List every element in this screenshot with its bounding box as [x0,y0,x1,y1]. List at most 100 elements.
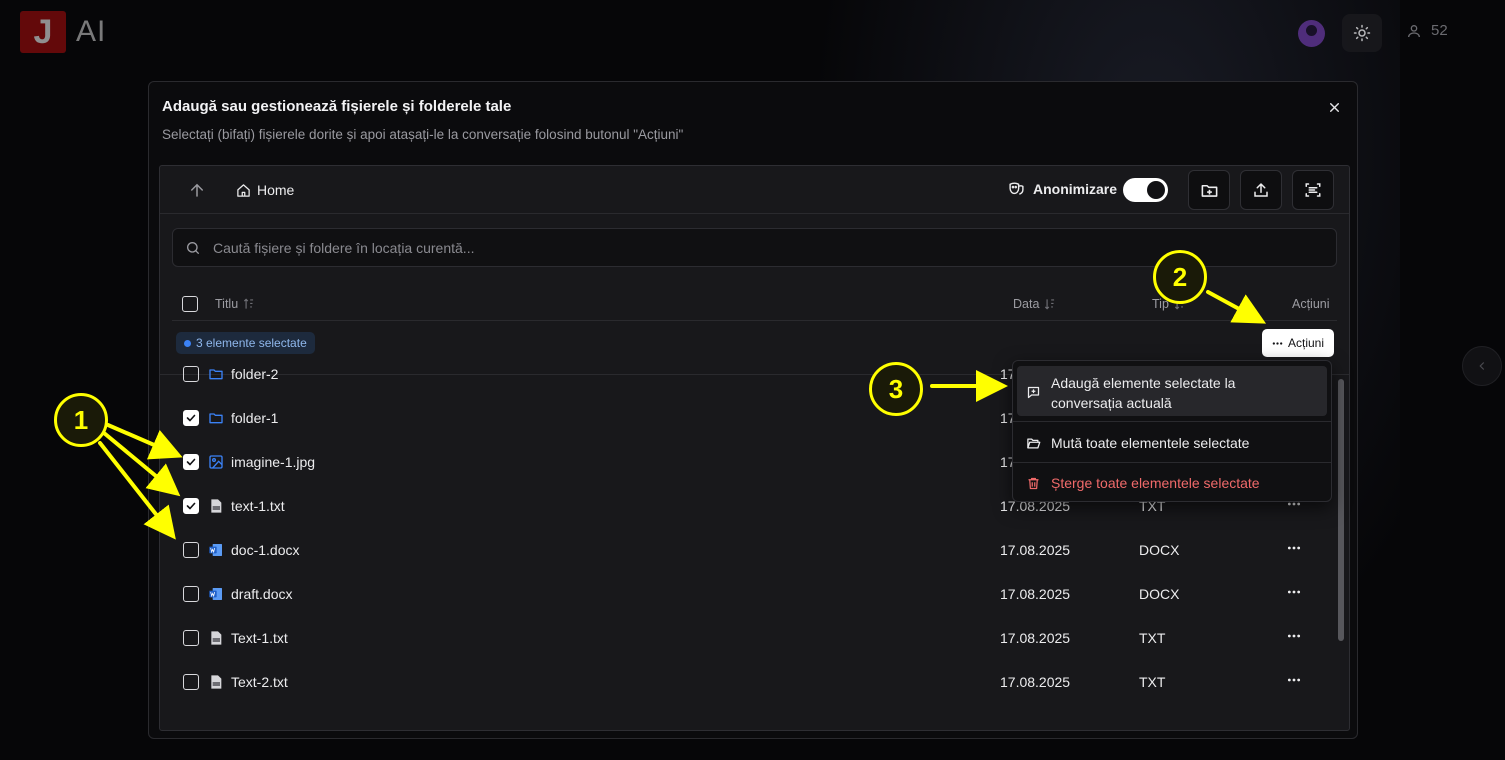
row-checkbox[interactable] [183,454,199,470]
logo-text: AI [76,15,107,48]
select-all-checkbox[interactable] [182,296,198,312]
image-icon [208,454,224,470]
annotation-marker-2: 2 [1153,250,1207,304]
breadcrumb-home[interactable]: Home [236,182,294,198]
avatar[interactable] [1298,20,1325,47]
chevron-left-icon [1479,362,1485,370]
new-folder-button[interactable] [1188,170,1230,210]
file-name[interactable]: imagine-1.jpg [231,454,315,470]
more-horizontal-icon [1272,341,1283,345]
scrollbar[interactable] [1336,375,1348,730]
word-document-icon [208,586,224,602]
row-checkbox[interactable] [183,542,199,558]
file-type: DOCX [1139,586,1180,602]
file-name[interactable]: folder-2 [231,366,278,382]
row-checkbox[interactable] [183,410,199,426]
file-type: TXT [1139,630,1166,646]
column-actions-header: Acțiuni [1292,297,1330,311]
selection-badge: 3 elemente selectate [176,332,315,354]
row-actions-button[interactable] [1284,582,1304,602]
user-count: 52 [1406,22,1448,39]
navigate-up-button[interactable] [188,181,206,199]
menu-item-add-line2: conversația actuală [1051,395,1172,411]
sort-icon [244,298,254,309]
file-name[interactable]: text-1.txt [231,498,285,514]
menu-item-add-to-conversation[interactable]: Adaugă elemente selectate la conversația… [1017,366,1327,416]
table-row[interactable]: Text-1.txt 17.08.2025 TXT [160,616,1335,660]
table-row[interactable]: draft.docx 17.08.2025 DOCX [160,572,1335,616]
close-icon [1329,102,1339,112]
folder-icon [208,410,224,426]
dialog-subtitle: Selectați (bifați) fișierele dorite și a… [162,127,684,142]
search-icon [187,241,199,254]
menu-item-add-line1: Adaugă elemente selectate la [1051,375,1236,391]
file-type: TXT [1139,674,1166,690]
file-date: 17.08.2025 [1000,674,1071,690]
text-file-icon [208,674,224,690]
more-horizontal-icon [1287,678,1301,682]
row-checkbox[interactable] [183,586,199,602]
annotation-marker-1: 1 [54,393,108,447]
file-name[interactable]: Text-1.txt [231,630,288,646]
menu-divider [1013,421,1331,422]
selection-dot [184,339,191,347]
scrollbar-thumb[interactable] [1338,379,1344,641]
browser-toolbar: Home Anonimizare [160,166,1349,214]
scan-text-button[interactable] [1292,170,1334,210]
menu-item-move-selected[interactable]: Mută toate elementele selectate [1017,433,1327,453]
row-checkbox[interactable] [183,498,199,514]
text-file-icon [208,498,224,514]
row-actions-button[interactable] [1284,538,1304,558]
row-actions-button[interactable] [1284,626,1304,646]
bulk-actions-menu: Adaugă elemente selectate la conversația… [1012,360,1332,502]
breadcrumb-home-label: Home [257,182,295,198]
table-row[interactable]: doc-1.docx 17.08.2025 DOCX [160,528,1335,572]
word-document-icon [208,542,224,558]
text-file-icon [208,630,224,646]
column-title-header[interactable]: Titlu [215,297,256,311]
trash-icon [1028,477,1039,489]
row-actions-button[interactable] [1284,670,1304,690]
user-count-value: 52 [1431,22,1448,39]
row-checkbox[interactable] [183,674,199,690]
sort-icon [1045,299,1055,310]
column-date-header[interactable]: Data [1013,297,1057,311]
mask-icon [1009,182,1024,195]
upload-icon [1254,182,1268,197]
menu-divider [1013,462,1331,463]
menu-item-delete-selected[interactable]: Șterge toate elementele selectate [1017,473,1327,493]
logo-letter: J [20,11,66,53]
more-horizontal-icon [1287,634,1301,638]
sun-icon [1353,24,1371,42]
file-date: 17.08.2025 [1000,630,1071,646]
anonymize-control: Anonimizare [1008,180,1117,197]
user-icon [1408,24,1420,37]
row-checkbox[interactable] [183,630,199,646]
file-type: DOCX [1139,542,1180,558]
scan-text-icon [1305,183,1321,197]
message-plus-icon [1027,386,1040,399]
file-name[interactable]: draft.docx [231,586,292,602]
folder-icon [208,366,224,382]
sidebar-collapse-button[interactable] [1462,346,1502,386]
file-name[interactable]: folder-1 [231,410,278,426]
table-row[interactable]: Text-2.txt 17.08.2025 TXT [160,660,1335,704]
folder-plus-icon [1201,184,1217,197]
annotation-marker-3: 3 [869,362,923,416]
search-input[interactable] [213,239,1313,256]
close-button[interactable] [1325,98,1343,116]
dialog-title: Adaugă sau gestionează fișierele și fold… [162,98,512,115]
file-name[interactable]: doc-1.docx [231,542,299,558]
theme-toggle-button[interactable] [1342,14,1382,52]
file-date: 17.08.2025 [1000,586,1071,602]
anonymize-label: Anonimizare [1033,180,1118,197]
file-name[interactable]: Text-2.txt [231,674,288,690]
home-icon [237,183,250,197]
arrow-up-icon [191,183,203,197]
row-checkbox[interactable] [183,366,199,382]
app-logo[interactable]: J AI [20,11,106,53]
file-date: 17.08.2025 [1000,542,1071,558]
upload-button[interactable] [1240,170,1282,210]
anonymize-toggle[interactable] [1123,178,1168,202]
folder-open-icon [1027,438,1041,448]
